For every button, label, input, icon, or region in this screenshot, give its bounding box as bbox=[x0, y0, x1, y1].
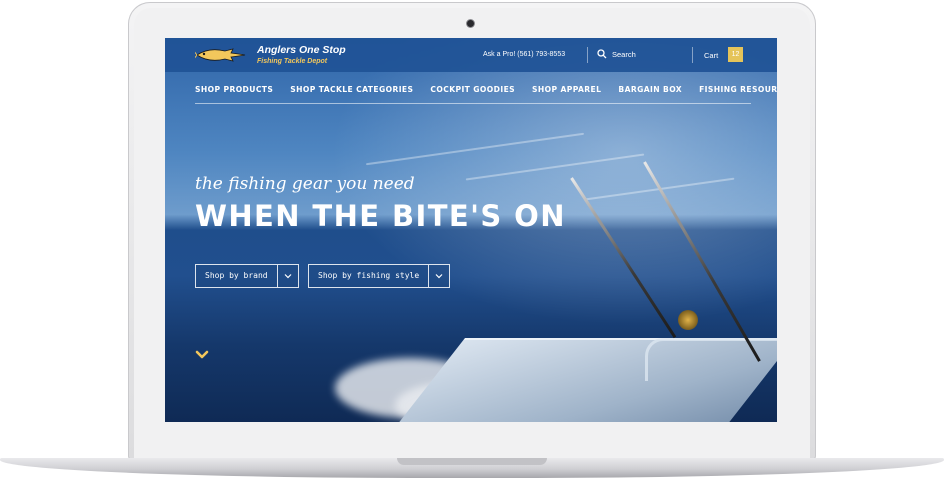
fishing-rod bbox=[643, 161, 761, 362]
nav-bargain-box[interactable]: BARGAIN BOX bbox=[618, 82, 682, 102]
nav-shop-tackle-categories[interactable]: SHOP TACKLE CATEGORIES bbox=[290, 82, 413, 102]
fish-logo-icon[interactable] bbox=[195, 45, 247, 65]
search-label: Search bbox=[612, 49, 636, 59]
dropdown-toggle[interactable] bbox=[428, 265, 449, 287]
scroll-down-icon[interactable] bbox=[195, 350, 209, 360]
chevron-down-icon bbox=[284, 274, 292, 279]
site-subtitle: Fishing Tackle Depot bbox=[257, 58, 328, 65]
cart-link[interactable]: Cart bbox=[704, 51, 718, 60]
header-divider bbox=[587, 47, 588, 63]
shop-by-fishing-style-dropdown[interactable]: Shop by fishing style bbox=[308, 264, 451, 288]
search-icon bbox=[597, 49, 607, 59]
main-nav: SHOP PRODUCTS SHOP TACKLE CATEGORIES COC… bbox=[195, 82, 777, 102]
dropdown-label: Shop by fishing style bbox=[318, 271, 420, 280]
site-name[interactable]: Anglers One Stop bbox=[257, 44, 346, 56]
fishing-rod bbox=[570, 177, 677, 339]
nav-shop-products[interactable]: SHOP PRODUCTS bbox=[195, 82, 273, 102]
cloud-streak bbox=[365, 132, 585, 166]
laptop-base-notch bbox=[397, 458, 547, 465]
hero-tagline: the fishing gear you need bbox=[195, 174, 415, 194]
ask-pro-phone[interactable]: Ask a Pro! (561) 793-8553 bbox=[483, 51, 565, 58]
site-header: Anglers One Stop Fishing Tackle Depot As… bbox=[165, 38, 777, 72]
dropdown-label: Shop by brand bbox=[205, 271, 268, 280]
nav-underline bbox=[195, 103, 751, 104]
chevron-down-icon bbox=[435, 274, 443, 279]
fishing-reel bbox=[678, 310, 698, 330]
search-button[interactable]: Search bbox=[597, 49, 636, 59]
nav-fishing-resources[interactable]: FISHING RESOURCES bbox=[699, 82, 777, 102]
cloud-streak bbox=[465, 153, 645, 181]
dropdown-toggle[interactable] bbox=[276, 265, 298, 287]
camera-icon bbox=[467, 20, 474, 27]
nav-cockpit-goodies[interactable]: COCKPIT GOODIES bbox=[430, 82, 515, 102]
browser-viewport: Anglers One Stop Fishing Tackle Depot As… bbox=[165, 38, 777, 422]
cart-count-badge[interactable]: 12 bbox=[728, 47, 743, 62]
nav-shop-apparel[interactable]: SHOP APPAREL bbox=[532, 82, 601, 102]
header-divider bbox=[692, 47, 693, 63]
hero-headline: WHEN THE BITE'S ON bbox=[195, 199, 566, 233]
shop-by-brand-dropdown[interactable]: Shop by brand bbox=[195, 264, 299, 288]
